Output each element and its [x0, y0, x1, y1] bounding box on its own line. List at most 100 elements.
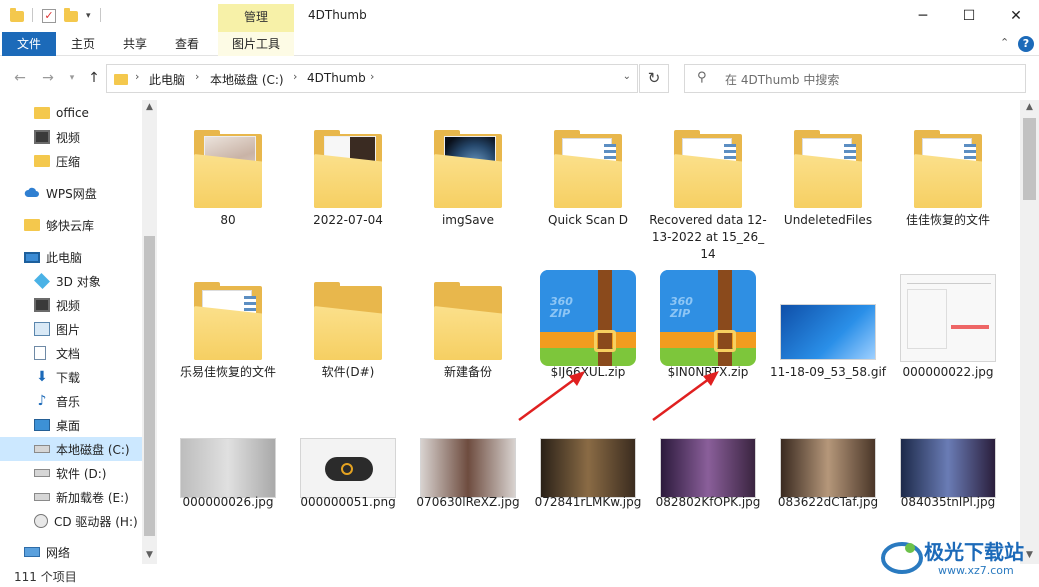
- file-tile[interactable]: 软件(D#): [289, 260, 407, 410]
- content-scrollbar[interactable]: ▲ ▼: [1020, 100, 1039, 564]
- tab-share[interactable]: 共享: [114, 32, 156, 56]
- address-bar[interactable]: › 此电脑 › 本地磁盘 (C:) › 4DThumb › ⌄: [106, 64, 638, 93]
- site-watermark: 极光下载站 www.xz7.com: [880, 530, 1039, 587]
- video-icon: [34, 130, 50, 144]
- nav-item-music[interactable]: ♪ 音乐: [0, 389, 142, 413]
- nav-item-office[interactable]: office: [0, 101, 142, 125]
- nav-item-drive-d[interactable]: 软件 (D:): [0, 461, 142, 485]
- file-tile[interactable]: 11-18-09_53_58.gif: [769, 260, 887, 410]
- nav-item-videos-quick[interactable]: 视频: [0, 125, 142, 149]
- nav-scrollbar[interactable]: ▲ ▼: [142, 100, 157, 564]
- file-tile[interactable]: 2022-07-04: [289, 108, 407, 258]
- navigation-pane: office 视频 压缩 WPS网盘 够快云库 此电脑 3D 对象 视频 图片 …: [0, 100, 157, 564]
- crumb-local-disk[interactable]: 本地磁盘 (C:): [210, 71, 284, 88]
- annotation-arrow: [652, 371, 719, 422]
- crumb-separator: ›: [293, 70, 298, 83]
- file-tile[interactable]: 乐易佳恢复的文件: [169, 260, 287, 410]
- image-thumbnail: [780, 304, 876, 360]
- file-tile[interactable]: 80: [169, 108, 287, 258]
- search-input[interactable]: ⚲ 在 4DThumb 中搜索: [684, 64, 1026, 93]
- toolbar-divider: [100, 8, 101, 22]
- properties-icon[interactable]: ✓: [42, 6, 56, 26]
- file-tile[interactable]: 佳佳恢复的文件: [889, 108, 1007, 258]
- nav-item-3d-objects[interactable]: 3D 对象: [0, 269, 142, 293]
- file-tile[interactable]: 083622dCTaf.jpg: [769, 428, 887, 564]
- crumb-4dthumb[interactable]: 4DThumb: [307, 71, 366, 85]
- crumb-separator: ›: [195, 70, 200, 83]
- nav-item-drive-e[interactable]: 新加载卷 (E:): [0, 485, 142, 509]
- watermark-text: 极光下载站: [924, 540, 1024, 564]
- nav-scroll-thumb[interactable]: [144, 236, 155, 536]
- nav-item-network[interactable]: 网络: [0, 540, 142, 564]
- picture-icon: [34, 322, 50, 336]
- file-tile[interactable]: Recovered data 12-13-2022 at 15_26_14: [649, 108, 767, 261]
- file-tile[interactable]: 000000022.jpg: [889, 260, 1007, 410]
- file-tile[interactable]: 072841rLMKw.jpg: [529, 428, 647, 564]
- nav-item-downloads[interactable]: ⬇ 下载: [0, 365, 142, 389]
- nav-item-local-disk-c[interactable]: 本地磁盘 (C:): [0, 437, 142, 461]
- image-thumbnail: [540, 438, 636, 498]
- folder-icon: [914, 130, 982, 208]
- image-thumbnail: [660, 438, 756, 498]
- desktop-icon: [34, 419, 50, 431]
- nav-item-cd-drive-h[interactable]: CD 驱动器 (H:): [0, 509, 142, 533]
- maximize-button[interactable]: ☐: [946, 0, 992, 32]
- address-row: ← → ▾ ↑ › 此电脑 › 本地磁盘 (C:) › 4DThumb › ⌄ …: [0, 56, 1039, 100]
- content-scroll-thumb[interactable]: [1023, 118, 1036, 200]
- file-tile[interactable]: 000000051.png: [289, 428, 407, 564]
- image-thumbnail: [300, 438, 396, 498]
- file-tile[interactable]: 082802KfOPK.jpg: [649, 428, 767, 564]
- close-button[interactable]: ✕: [993, 0, 1039, 32]
- nav-item-documents[interactable]: 文档: [0, 341, 142, 365]
- search-icon: ⚲: [697, 70, 707, 85]
- context-tab-manage[interactable]: 管理: [218, 4, 294, 32]
- watermark-logo-icon: [881, 542, 923, 574]
- file-tile[interactable]: 新建备份: [409, 260, 527, 410]
- up-icon[interactable]: ↑: [84, 68, 104, 88]
- watermark-url: www.xz7.com: [938, 564, 1014, 577]
- back-icon[interactable]: ←: [10, 68, 30, 88]
- annotation-arrow: [518, 371, 585, 422]
- nav-item-this-pc[interactable]: 此电脑: [0, 245, 142, 269]
- quick-access-folder-icon[interactable]: [10, 6, 24, 26]
- refresh-button[interactable]: ↻: [639, 64, 669, 93]
- tab-file[interactable]: 文件: [2, 32, 56, 56]
- nav-item-desktop[interactable]: 桌面: [0, 413, 142, 437]
- scroll-up-icon[interactable]: ▲: [1020, 102, 1039, 112]
- forward-icon[interactable]: →: [38, 68, 58, 88]
- file-tile[interactable]: 070630lReXZ.jpg: [409, 428, 527, 564]
- folder-icon: [674, 130, 742, 208]
- help-icon[interactable]: ?: [1018, 36, 1034, 52]
- search-placeholder: 在 4DThumb 中搜索: [725, 73, 840, 87]
- pc-icon: [24, 251, 40, 263]
- nav-item-wps-cloud[interactable]: WPS网盘: [0, 181, 142, 205]
- folder-icon: [434, 130, 502, 208]
- file-tile[interactable]: 000000026.jpg: [169, 428, 287, 564]
- ribbon-collapse-icon[interactable]: ⌃: [1000, 36, 1009, 49]
- nav-item-compress[interactable]: 压缩: [0, 149, 142, 173]
- file-tile[interactable]: imgSave: [409, 108, 527, 258]
- nav-item-pictures[interactable]: 图片: [0, 317, 142, 341]
- file-tile[interactable]: Quick Scan D: [529, 108, 647, 258]
- recent-locations-icon[interactable]: ▾: [62, 68, 82, 88]
- address-dropdown-icon[interactable]: ⌄: [623, 71, 631, 82]
- crumb-this-pc[interactable]: 此电脑: [149, 71, 185, 88]
- nav-item-videos[interactable]: 视频: [0, 293, 142, 317]
- scroll-down-icon[interactable]: ▼: [142, 550, 157, 560]
- toolbar-divider: [32, 8, 33, 22]
- minimize-button[interactable]: ─: [900, 0, 946, 32]
- image-thumbnail: [420, 438, 516, 498]
- tab-home[interactable]: 主页: [62, 32, 104, 56]
- crumb-separator: ›: [135, 70, 140, 83]
- quick-access-dropdown-icon[interactable]: ▾: [86, 6, 91, 26]
- scroll-up-icon[interactable]: ▲: [142, 102, 157, 112]
- zip-brand-text: 360 ZIP: [670, 295, 693, 320]
- folder-icon: [24, 219, 40, 231]
- nav-item-gokuai[interactable]: 够快云库: [0, 213, 142, 237]
- new-folder-icon[interactable]: [64, 6, 78, 26]
- file-view: 80 2022-07-04 imgSave Quick Scan D Recov…: [157, 100, 1020, 564]
- file-tile[interactable]: UndeletedFiles: [769, 108, 887, 258]
- drive-icon: [34, 469, 50, 477]
- tab-view[interactable]: 查看: [166, 32, 208, 56]
- tab-picture-tools[interactable]: 图片工具: [218, 32, 294, 56]
